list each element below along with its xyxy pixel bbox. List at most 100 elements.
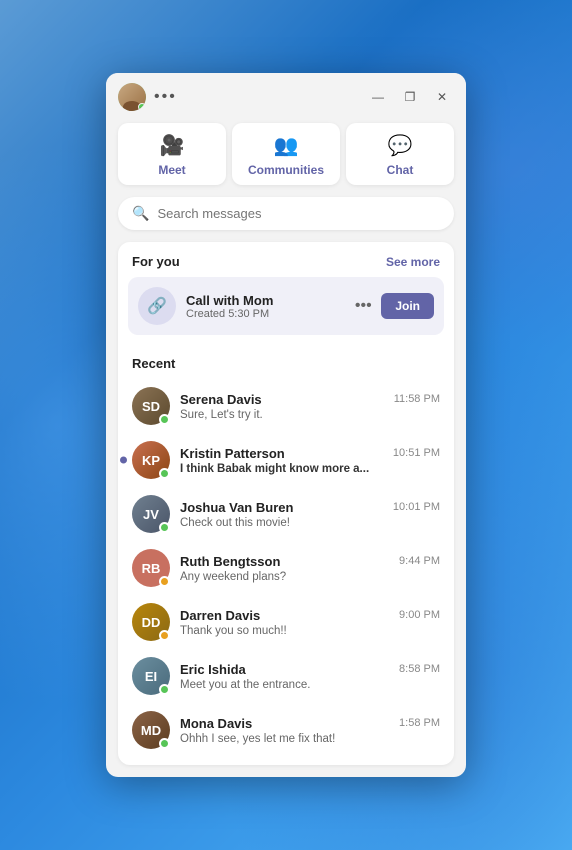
chat-preview: Meet you at the entrance.: [180, 679, 440, 691]
app-window: ••• — ❐ ✕ 🎥 Meet 👥 Communities 💬 Chat 🔍 …: [106, 73, 466, 777]
status-indicator: [159, 468, 170, 479]
chat-name: Eric Ishida: [180, 662, 246, 677]
chat-name-row: Eric Ishida 8:58 PM: [180, 662, 440, 677]
chat-time: 9:44 PM: [399, 555, 440, 567]
tab-communities[interactable]: 👥 Communities: [232, 123, 340, 185]
avatar-wrap: KP: [132, 441, 170, 479]
content-panel: For you See more 🔗 Call with Mom Created…: [118, 242, 454, 765]
call-subtitle: Created 5:30 PM: [186, 308, 341, 320]
avatar-initials: DD: [142, 615, 161, 630]
avatar-wrap: RB: [132, 549, 170, 587]
chat-content: Mona Davis 1:58 PM Ohhh I see, yes let m…: [180, 716, 440, 745]
communities-icon: 👥: [274, 133, 299, 158]
chat-preview: Any weekend plans?: [180, 571, 440, 583]
meet-label: Meet: [158, 163, 185, 177]
chat-name-row: Serena Davis 11:58 PM: [180, 392, 440, 407]
chat-content: Joshua Van Buren 10:01 PM Check out this…: [180, 500, 440, 529]
status-indicator: [159, 738, 170, 749]
meet-icon: 🎥: [160, 133, 185, 158]
avatar-initials: RB: [142, 561, 161, 576]
chat-icon: 💬: [388, 133, 413, 158]
more-options-button[interactable]: •••: [154, 88, 177, 106]
chat-content: Serena Davis 11:58 PM Sure, Let's try it…: [180, 392, 440, 421]
avatar-initials: EI: [145, 669, 157, 684]
call-more-button[interactable]: •••: [351, 294, 375, 318]
chat-name: Serena Davis: [180, 392, 262, 407]
chat-list-item[interactable]: SD Serena Davis 11:58 PM Sure, Let's try…: [118, 379, 454, 433]
chat-time: 10:01 PM: [393, 501, 440, 513]
chat-list-item[interactable]: DD Darren Davis 9:00 PM Thank you so muc…: [118, 595, 454, 649]
close-button[interactable]: ✕: [430, 85, 454, 109]
chat-name: Darren Davis: [180, 608, 260, 623]
chat-name-row: Kristin Patterson 10:51 PM: [180, 446, 440, 461]
status-indicator: [159, 684, 170, 695]
restore-button[interactable]: ❐: [398, 85, 422, 109]
join-button[interactable]: Join: [381, 293, 434, 319]
chat-time: 9:00 PM: [399, 609, 440, 621]
avatar-initials: KP: [142, 453, 160, 468]
chat-preview: Thank you so much!!: [180, 625, 440, 637]
call-info: Call with Mom Created 5:30 PM: [186, 293, 341, 320]
tab-chat[interactable]: 💬 Chat: [346, 123, 454, 185]
chat-name-row: Mona Davis 1:58 PM: [180, 716, 440, 731]
chat-list-item[interactable]: EI Eric Ishida 8:58 PM Meet you at the e…: [118, 649, 454, 703]
chat-name-row: Joshua Van Buren 10:01 PM: [180, 500, 440, 515]
window-controls: — ❐ ✕: [366, 85, 454, 109]
chat-preview: Sure, Let's try it.: [180, 409, 440, 421]
search-bar: 🔍: [118, 197, 454, 230]
for-you-section-header: For you See more: [118, 242, 454, 277]
chat-name: Mona Davis: [180, 716, 252, 731]
call-icon: 🔗: [138, 287, 176, 325]
chat-content: Darren Davis 9:00 PM Thank you so much!!: [180, 608, 440, 637]
chat-label: Chat: [387, 163, 414, 177]
status-indicator: [159, 630, 170, 641]
chat-time: 1:58 PM: [399, 717, 440, 729]
avatar-wrap: MD: [132, 711, 170, 749]
chat-list: SD Serena Davis 11:58 PM Sure, Let's try…: [118, 379, 454, 765]
see-more-button[interactable]: See more: [386, 255, 440, 269]
chat-content: Eric Ishida 8:58 PM Meet you at the entr…: [180, 662, 440, 691]
avatar-initials: MD: [141, 723, 161, 738]
avatar: [118, 83, 146, 111]
chat-preview: Check out this movie!: [180, 517, 440, 529]
chat-name: Joshua Van Buren: [180, 500, 293, 515]
tab-meet[interactable]: 🎥 Meet: [118, 123, 226, 185]
chat-content: Kristin Patterson 10:51 PM I think Babak…: [180, 446, 440, 475]
title-bar-left: •••: [118, 83, 177, 111]
avatar-initials: SD: [142, 399, 160, 414]
chat-list-item[interactable]: RB Ruth Bengtsson 9:44 PM Any weekend pl…: [118, 541, 454, 595]
unread-dot: [120, 457, 127, 464]
avatar-wrap: DD: [132, 603, 170, 641]
minimize-button[interactable]: —: [366, 85, 390, 109]
chat-time: 8:58 PM: [399, 663, 440, 675]
chat-preview: Ohhh I see, yes let me fix that!: [180, 733, 440, 745]
chat-name-row: Ruth Bengtsson 9:44 PM: [180, 554, 440, 569]
title-bar: ••• — ❐ ✕: [106, 73, 466, 119]
avatar-initials: JV: [143, 507, 159, 522]
chat-name: Kristin Patterson: [180, 446, 285, 461]
chat-content: Ruth Bengtsson 9:44 PM Any weekend plans…: [180, 554, 440, 583]
status-indicator: [159, 522, 170, 533]
chat-time: 10:51 PM: [393, 447, 440, 459]
status-indicator: [159, 414, 170, 425]
recent-section-header: Recent: [118, 345, 454, 379]
chat-name: Ruth Bengtsson: [180, 554, 280, 569]
call-title: Call with Mom: [186, 293, 341, 308]
chat-list-item[interactable]: KP Kristin Patterson 10:51 PM I think Ba…: [118, 433, 454, 487]
status-dot: [138, 103, 146, 111]
communities-label: Communities: [248, 163, 324, 177]
chat-time: 11:58 PM: [394, 393, 440, 405]
recent-title: Recent: [132, 356, 175, 371]
chat-name-row: Darren Davis 9:00 PM: [180, 608, 440, 623]
chat-preview: I think Babak might know more a...: [180, 463, 440, 475]
avatar-wrap: SD: [132, 387, 170, 425]
chat-list-item[interactable]: JV Joshua Van Buren 10:01 PM Check out t…: [118, 487, 454, 541]
search-icon: 🔍: [132, 205, 149, 222]
for-you-title: For you: [132, 254, 180, 269]
status-indicator: [159, 576, 170, 587]
nav-tabs: 🎥 Meet 👥 Communities 💬 Chat: [106, 119, 466, 197]
call-card: 🔗 Call with Mom Created 5:30 PM ••• Join: [128, 277, 444, 335]
avatar-wrap: JV: [132, 495, 170, 533]
search-input[interactable]: [157, 206, 440, 221]
chat-list-item[interactable]: MD Mona Davis 1:58 PM Ohhh I see, yes le…: [118, 703, 454, 757]
